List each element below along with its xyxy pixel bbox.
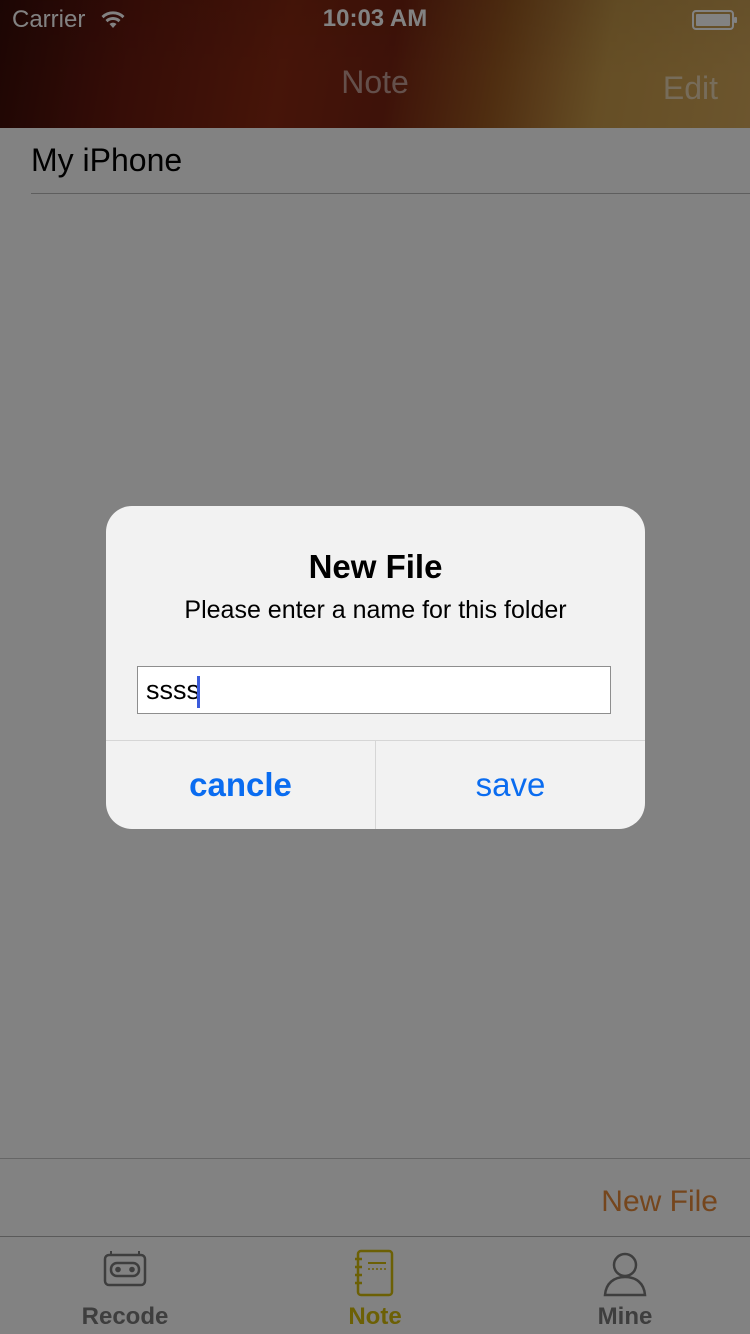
save-button[interactable]: save [376, 741, 645, 829]
text-caret [197, 676, 200, 708]
dialog-message: Please enter a name for this folder [184, 596, 567, 624]
screen: Carrier 10:03 AM Note Edit My iPhone New… [0, 0, 750, 1334]
new-file-dialog: New File Please enter a name for this fo… [106, 506, 645, 829]
cancel-button[interactable]: cancle [106, 741, 375, 829]
dialog-title: New File [308, 548, 443, 585]
folder-name-input[interactable] [137, 666, 611, 714]
